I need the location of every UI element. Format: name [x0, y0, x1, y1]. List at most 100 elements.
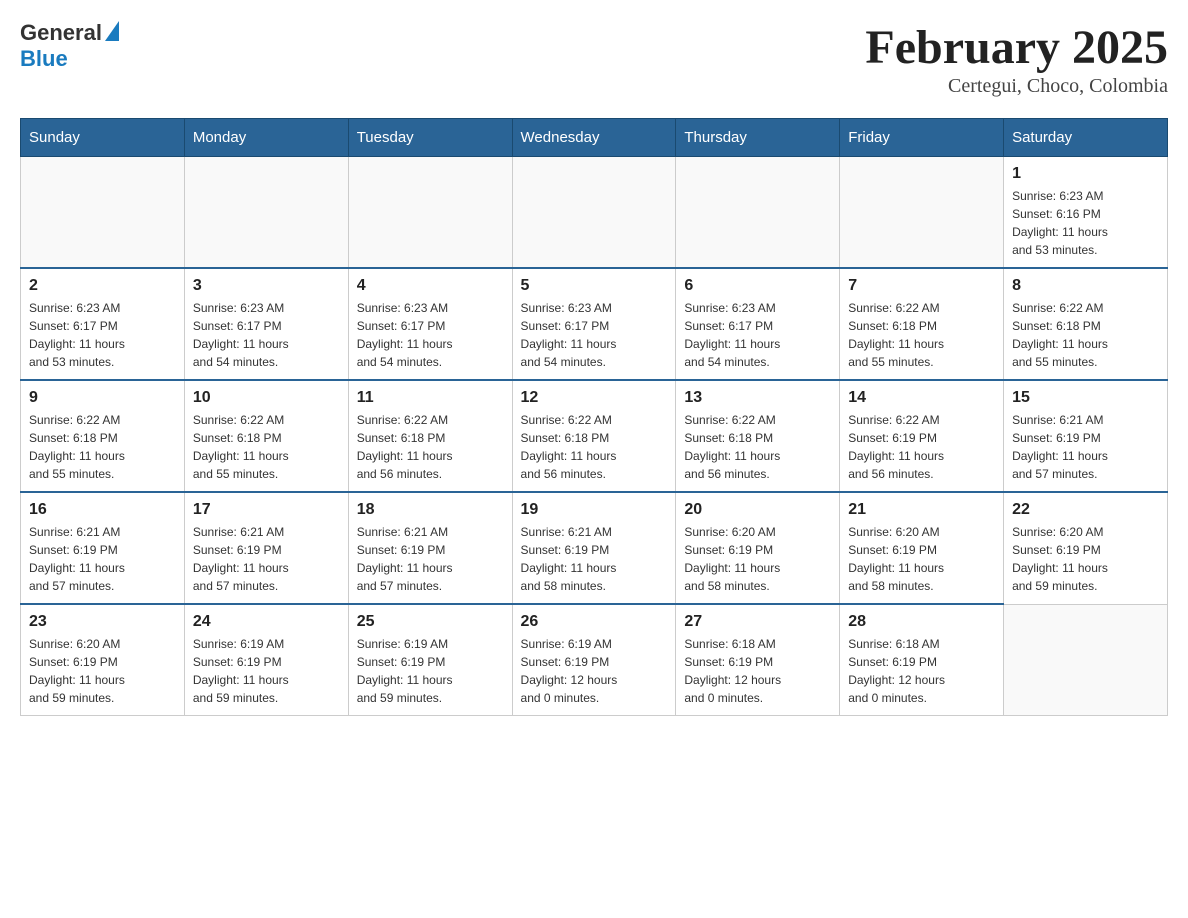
calendar-cell: 17 Sunrise: 6:21 AM Sunset: 6:19 PM Dayli…	[184, 492, 348, 604]
day-number: 1	[1012, 165, 1159, 183]
day-info: Sunrise: 6:20 AM Sunset: 6:19 PM Dayligh…	[684, 523, 831, 595]
day-info: Sunrise: 6:22 AM Sunset: 6:18 PM Dayligh…	[1012, 299, 1159, 371]
day-info: Sunrise: 6:19 AM Sunset: 6:19 PM Dayligh…	[193, 635, 340, 707]
day-number: 3	[193, 277, 340, 295]
week-row-5: 23Sunrise: 6:20 AM Sunset: 6:19 PM Dayli…	[21, 604, 1168, 716]
calendar-cell: 27 Sunrise: 6:18 AM Sunset: 6:19 PM Dayli…	[676, 604, 840, 716]
day-number: 28	[848, 613, 995, 631]
day-info: Sunrise: 6:21 AM Sunset: 6:19 PM Dayligh…	[193, 523, 340, 595]
calendar-cell: 8 Sunrise: 6:22 AM Sunset: 6:18 PM Daylig…	[1004, 268, 1168, 380]
day-number: 12	[521, 389, 668, 407]
weekday-header-wednesday: Wednesday	[512, 119, 676, 157]
calendar-cell: 22 Sunrise: 6:20 AM Sunset: 6:19 PM Dayli…	[1004, 492, 1168, 604]
page-header: General Blue February 2025 Certegui, Cho…	[20, 20, 1168, 98]
day-number: 2	[29, 277, 176, 295]
logo-general-text: General	[20, 20, 102, 46]
day-number: 10	[193, 389, 340, 407]
day-number: 9	[29, 389, 176, 407]
day-info: Sunrise: 6:20 AM Sunset: 6:19 PM Dayligh…	[29, 635, 176, 707]
calendar-subtitle: Certegui, Choco, Colombia	[865, 75, 1168, 98]
weekday-header-row: SundayMondayTuesdayWednesdayThursdayFrid…	[21, 119, 1168, 157]
day-info: Sunrise: 6:22 AM Sunset: 6:18 PM Dayligh…	[29, 411, 176, 483]
calendar-cell: 26 Sunrise: 6:19 AM Sunset: 6:19 PM Dayli…	[512, 604, 676, 716]
day-number: 21	[848, 501, 995, 519]
day-info: Sunrise: 6:23 AM Sunset: 6:17 PM Dayligh…	[521, 299, 668, 371]
week-row-1: 1 Sunrise: 6:23 AM Sunset: 6:16 PM Daylig…	[21, 157, 1168, 269]
day-info: Sunrise: 6:21 AM Sunset: 6:19 PM Dayligh…	[29, 523, 176, 595]
day-info: Sunrise: 6:18 AM Sunset: 6:19 PM Dayligh…	[848, 635, 995, 707]
calendar-cell: 16 Sunrise: 6:21 AM Sunset: 6:19 PM Dayli…	[21, 492, 185, 604]
day-info: Sunrise: 6:19 AM Sunset: 6:19 PM Dayligh…	[521, 635, 668, 707]
calendar-cell: 7 Sunrise: 6:22 AM Sunset: 6:18 PM Daylig…	[840, 268, 1004, 380]
day-number: 19	[521, 501, 668, 519]
day-info: Sunrise: 6:22 AM Sunset: 6:18 PM Dayligh…	[684, 411, 831, 483]
day-number: 18	[357, 501, 504, 519]
day-number: 24	[193, 613, 340, 631]
day-info: Sunrise: 6:23 AM Sunset: 6:17 PM Dayligh…	[193, 299, 340, 371]
day-number: 16	[29, 501, 176, 519]
week-row-4: 16 Sunrise: 6:21 AM Sunset: 6:19 PM Dayli…	[21, 492, 1168, 604]
weekday-header-saturday: Saturday	[1004, 119, 1168, 157]
day-number: 17	[193, 501, 340, 519]
calendar-cell: 21 Sunrise: 6:20 AM Sunset: 6:19 PM Dayli…	[840, 492, 1004, 604]
calendar-cell	[512, 157, 676, 269]
calendar-table: SundayMondayTuesdayWednesdayThursdayFrid…	[20, 118, 1168, 716]
day-info: Sunrise: 6:22 AM Sunset: 6:18 PM Dayligh…	[193, 411, 340, 483]
weekday-header-tuesday: Tuesday	[348, 119, 512, 157]
calendar-cell: 18 Sunrise: 6:21 AM Sunset: 6:19 PM Dayli…	[348, 492, 512, 604]
calendar-cell: 1 Sunrise: 6:23 AM Sunset: 6:16 PM Daylig…	[1004, 157, 1168, 269]
calendar-cell: 23Sunrise: 6:20 AM Sunset: 6:19 PM Dayli…	[21, 604, 185, 716]
day-number: 27	[684, 613, 831, 631]
logo-triangle-icon	[105, 21, 119, 41]
calendar-cell: 24 Sunrise: 6:19 AM Sunset: 6:19 PM Dayli…	[184, 604, 348, 716]
day-info: Sunrise: 6:21 AM Sunset: 6:19 PM Dayligh…	[357, 523, 504, 595]
day-number: 5	[521, 277, 668, 295]
calendar-cell	[184, 157, 348, 269]
day-number: 25	[357, 613, 504, 631]
day-number: 14	[848, 389, 995, 407]
day-number: 11	[357, 389, 504, 407]
calendar-cell: 10 Sunrise: 6:22 AM Sunset: 6:18 PM Dayli…	[184, 380, 348, 492]
calendar-cell: 12Sunrise: 6:22 AM Sunset: 6:18 PM Dayli…	[512, 380, 676, 492]
day-number: 7	[848, 277, 995, 295]
day-info: Sunrise: 6:18 AM Sunset: 6:19 PM Dayligh…	[684, 635, 831, 707]
day-info: Sunrise: 6:22 AM Sunset: 6:18 PM Dayligh…	[357, 411, 504, 483]
calendar-cell: 3 Sunrise: 6:23 AM Sunset: 6:17 PM Daylig…	[184, 268, 348, 380]
calendar-title: February 2025	[865, 20, 1168, 75]
title-section: February 2025 Certegui, Choco, Colombia	[865, 20, 1168, 98]
calendar-cell: 2 Sunrise: 6:23 AM Sunset: 6:17 PM Daylig…	[21, 268, 185, 380]
day-info: Sunrise: 6:23 AM Sunset: 6:17 PM Dayligh…	[29, 299, 176, 371]
weekday-header-monday: Monday	[184, 119, 348, 157]
day-info: Sunrise: 6:23 AM Sunset: 6:16 PM Dayligh…	[1012, 187, 1159, 259]
day-number: 4	[357, 277, 504, 295]
week-row-2: 2 Sunrise: 6:23 AM Sunset: 6:17 PM Daylig…	[21, 268, 1168, 380]
week-row-3: 9 Sunrise: 6:22 AM Sunset: 6:18 PM Daylig…	[21, 380, 1168, 492]
day-info: Sunrise: 6:22 AM Sunset: 6:18 PM Dayligh…	[848, 299, 995, 371]
weekday-header-thursday: Thursday	[676, 119, 840, 157]
day-info: Sunrise: 6:20 AM Sunset: 6:19 PM Dayligh…	[1012, 523, 1159, 595]
logo-blue-text: Blue	[20, 46, 68, 72]
day-number: 26	[521, 613, 668, 631]
day-info: Sunrise: 6:21 AM Sunset: 6:19 PM Dayligh…	[1012, 411, 1159, 483]
day-info: Sunrise: 6:21 AM Sunset: 6:19 PM Dayligh…	[521, 523, 668, 595]
calendar-cell	[348, 157, 512, 269]
calendar-cell	[1004, 604, 1168, 716]
calendar-cell: 13 Sunrise: 6:22 AM Sunset: 6:18 PM Dayli…	[676, 380, 840, 492]
calendar-cell: 5 Sunrise: 6:23 AM Sunset: 6:17 PM Daylig…	[512, 268, 676, 380]
calendar-cell: 19 Sunrise: 6:21 AM Sunset: 6:19 PM Dayli…	[512, 492, 676, 604]
calendar-cell: 11 Sunrise: 6:22 AM Sunset: 6:18 PM Dayli…	[348, 380, 512, 492]
weekday-header-friday: Friday	[840, 119, 1004, 157]
calendar-cell: 28 Sunrise: 6:18 AM Sunset: 6:19 PM Dayli…	[840, 604, 1004, 716]
day-info: Sunrise: 6:23 AM Sunset: 6:17 PM Dayligh…	[357, 299, 504, 371]
day-info: Sunrise: 6:23 AM Sunset: 6:17 PM Dayligh…	[684, 299, 831, 371]
calendar-cell	[676, 157, 840, 269]
day-info: Sunrise: 6:22 AM Sunset: 6:19 PM Dayligh…	[848, 411, 995, 483]
day-number: 22	[1012, 501, 1159, 519]
day-info: Sunrise: 6:20 AM Sunset: 6:19 PM Dayligh…	[848, 523, 995, 595]
day-number: 13	[684, 389, 831, 407]
calendar-cell: 15Sunrise: 6:21 AM Sunset: 6:19 PM Dayli…	[1004, 380, 1168, 492]
day-number: 6	[684, 277, 831, 295]
calendar-cell: 20Sunrise: 6:20 AM Sunset: 6:19 PM Dayli…	[676, 492, 840, 604]
day-number: 8	[1012, 277, 1159, 295]
calendar-cell	[840, 157, 1004, 269]
